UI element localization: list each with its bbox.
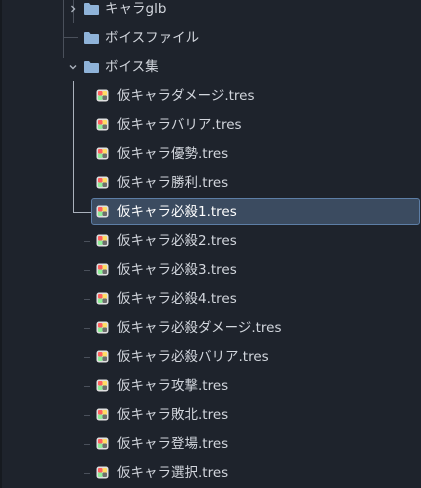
file-row[interactable]: 仮キャラバリア.tres [0, 112, 421, 138]
folder-icon [84, 61, 99, 73]
folder-row[interactable]: ボイスファイル [0, 25, 421, 51]
folder-row[interactable]: キャラglb [0, 0, 421, 22]
resource-file-icon [96, 89, 109, 102]
file-row[interactable]: 仮キャラ必殺3.tres [0, 257, 421, 283]
tree-guide-line [84, 415, 90, 416]
file-label: 仮キャラ敗北.tres [117, 407, 229, 423]
file-label: 仮キャラ必殺2.tres [117, 233, 237, 249]
file-label: 仮キャラ必殺バリア.tres [117, 349, 269, 365]
file-row[interactable]: 仮キャラ必殺1.tres [0, 199, 421, 225]
resource-file-icon [96, 466, 109, 479]
file-row[interactable]: 仮キャラ勝利.tres [0, 170, 421, 196]
resource-file-icon [96, 176, 109, 189]
file-row[interactable]: 仮キャラ選択.tres [0, 460, 421, 486]
tree-guide-line [84, 270, 90, 271]
file-label: 仮キャラ攻撃.tres [117, 378, 229, 394]
folder-label: キャラglb [105, 1, 167, 17]
chevron-right-icon[interactable] [68, 4, 78, 14]
folder-label: ボイス集 [105, 59, 159, 75]
folder-label: ボイスファイル [105, 30, 200, 46]
tree-guide-line [84, 299, 90, 300]
file-label: 仮キャラ必殺3.tres [117, 262, 237, 278]
tree-guide-line [84, 357, 90, 358]
tree-guide-line [84, 328, 90, 329]
tree-guide-line [84, 386, 90, 387]
file-row[interactable]: 仮キャラ優勢.tres [0, 141, 421, 167]
file-row[interactable]: 仮キャラ必殺バリア.tres [0, 344, 421, 370]
resource-file-icon [96, 321, 109, 334]
file-row[interactable]: 仮キャラダメージ.tres [0, 83, 421, 109]
file-label: 仮キャラ選択.tres [117, 465, 229, 481]
resource-file-icon [96, 437, 109, 450]
file-label: 仮キャラ登場.tres [117, 436, 229, 452]
folder-icon [84, 32, 99, 44]
file-row[interactable]: 仮キャラ攻撃.tres [0, 373, 421, 399]
file-label: 仮キャラ優勢.tres [117, 146, 229, 162]
folder-row[interactable]: ボイス集 [0, 54, 421, 80]
file-label: 仮キャラバリア.tres [117, 117, 242, 133]
resource-file-icon [96, 379, 109, 392]
file-label: 仮キャラ勝利.tres [117, 175, 229, 191]
file-row[interactable]: 仮キャラ敗北.tres [0, 402, 421, 428]
file-label: 仮キャラ必殺4.tres [117, 291, 237, 307]
file-row[interactable]: 仮キャラ必殺2.tres [0, 228, 421, 254]
resource-file-icon [96, 350, 109, 363]
file-row[interactable]: 仮キャラ登場.tres [0, 431, 421, 457]
resource-file-icon [96, 205, 109, 218]
resource-file-icon [96, 147, 109, 160]
file-label: 仮キャラ必殺1.tres [117, 204, 237, 220]
resource-file-icon [96, 408, 109, 421]
resource-file-icon [96, 234, 109, 247]
file-label: 仮キャラダメージ.tres [117, 88, 255, 104]
file-label: 仮キャラ必殺ダメージ.tres [117, 320, 282, 336]
filesystem-tree-panel: キャラglb ボイスファイル ボイス集仮キャラダメージ.tres 仮キャラバリア.tr… [0, 0, 421, 488]
resource-file-icon [96, 263, 109, 276]
file-row[interactable]: 仮キャラ必殺4.tres [0, 286, 421, 312]
resource-file-icon [96, 118, 109, 131]
tree-guide-line [84, 473, 90, 474]
file-row[interactable]: 仮キャラ必殺ダメージ.tres [0, 315, 421, 341]
chevron-down-icon[interactable] [68, 62, 78, 72]
tree-guide-line [84, 241, 90, 242]
tree-guide-line [84, 444, 90, 445]
folder-icon [84, 3, 99, 15]
resource-file-icon [96, 292, 109, 305]
